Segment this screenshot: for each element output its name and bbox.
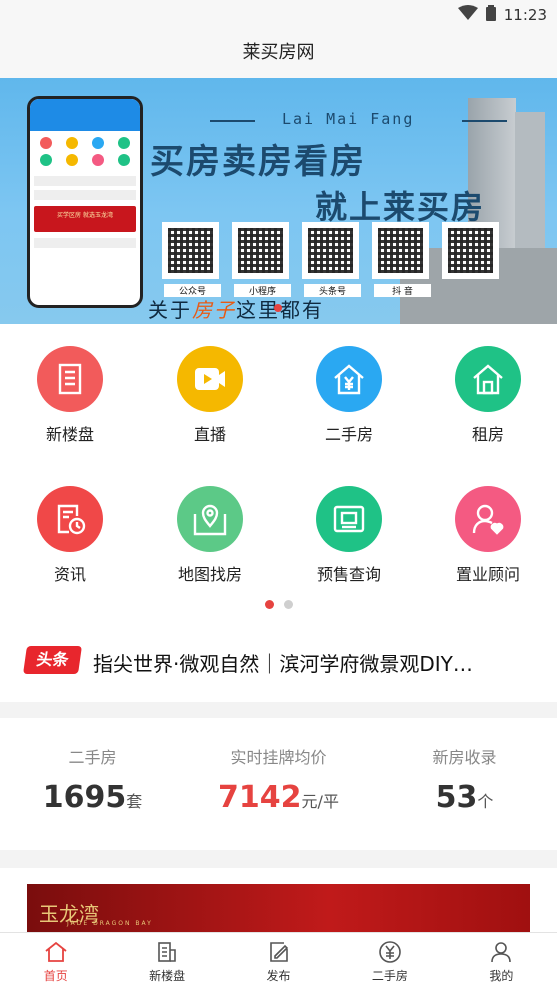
market-stats: 二手房 1695套 实时挂牌均价 7142元/平 新房收录 53个 xyxy=(0,718,557,850)
grid-item-rent[interactable]: 租房 xyxy=(433,346,543,445)
headline-news[interactable]: 头条 指尖世界·微观自然｜滨河学府微景观DIY… xyxy=(0,618,557,702)
phone-mockup: 买学区房 就选玉龙湾 xyxy=(27,96,143,308)
grid-item-presale-query[interactable]: 预售查询 xyxy=(294,486,404,585)
page-title: 莱买房网 xyxy=(0,30,557,78)
wifi-icon xyxy=(457,5,478,25)
tab-second-hand[interactable]: 二手房 xyxy=(334,933,445,990)
certificate-icon xyxy=(316,486,382,552)
pager-dot xyxy=(284,600,293,609)
qr-codes: 公众号 小程序 头条号 抖 音 xyxy=(162,222,499,297)
news-clock-icon xyxy=(37,486,103,552)
stat-new-homes[interactable]: 新房收录 53个 xyxy=(372,744,557,815)
grid-pager xyxy=(265,600,293,609)
banner-slogan: 关于房子这里都有 xyxy=(148,298,322,322)
grid-item-live[interactable]: 直播 xyxy=(155,346,265,445)
banner-title: 买房卖房看房 xyxy=(150,142,366,182)
category-grid: 新楼盘 直播 二手房 租房 资讯 地图找房 预售查询 置业顾问 xyxy=(0,324,557,618)
status-time: 11:23 xyxy=(503,6,547,24)
qr-code: 抖 音 xyxy=(372,222,431,297)
tab-new-homes[interactable]: 新楼盘 xyxy=(111,933,222,990)
qr-code: 公众号 xyxy=(162,222,221,297)
phone-icon-grid xyxy=(30,131,140,172)
grid-item-map-search[interactable]: 地图找房 xyxy=(155,486,265,585)
banner-latin: Lai Mai Fang xyxy=(282,110,415,128)
promo-banner[interactable]: 买学区房 就选玉龙湾 Lai Mai Fang 买房卖房看房 就上莱买房 公众号… xyxy=(0,78,557,324)
tab-publish[interactable]: 发布 xyxy=(223,933,334,990)
house-icon xyxy=(455,346,521,412)
edit-icon xyxy=(223,939,334,965)
stat-second-hand[interactable]: 二手房 1695套 xyxy=(0,744,185,815)
building-icon xyxy=(37,346,103,412)
stat-avg-price[interactable]: 实时挂牌均价 7142元/平 xyxy=(186,744,371,815)
battery-icon xyxy=(485,5,496,25)
ad-section: 玉龙湾 JADE DRAGON BAY xyxy=(0,868,557,938)
building-icon xyxy=(111,939,222,965)
grid-item-second-hand[interactable]: 二手房 xyxy=(294,346,404,445)
headline-text[interactable]: 指尖世界·微观自然｜滨河学府微景观DIY… xyxy=(93,648,473,677)
status-indicators: 11:23 xyxy=(457,5,547,25)
map-pin-icon xyxy=(177,486,243,552)
video-icon xyxy=(177,346,243,412)
yen-house-icon xyxy=(316,346,382,412)
tab-mine[interactable]: 我的 xyxy=(446,933,557,990)
banner-indicator xyxy=(274,304,282,312)
bottom-tab-bar: 首页 新楼盘 发布 二手房 我的 xyxy=(0,932,557,990)
decor-line xyxy=(462,120,507,122)
grid-item-advisor[interactable]: 置业顾问 xyxy=(433,486,543,585)
advisor-icon xyxy=(455,486,521,552)
qr-code: 小程序 xyxy=(232,222,291,297)
grid-item-news[interactable]: 资讯 xyxy=(15,486,125,585)
ad-banner[interactable]: 玉龙湾 JADE DRAGON BAY xyxy=(27,884,530,938)
qr-code xyxy=(442,222,499,279)
qr-code: 头条号 xyxy=(302,222,361,297)
decor-line xyxy=(210,120,255,122)
pager-dot-active xyxy=(265,600,274,609)
phone-header xyxy=(30,99,140,131)
phone-ad: 买学区房 就选玉龙湾 xyxy=(34,206,136,232)
home-icon xyxy=(0,939,111,965)
ad-subtitle: JADE DRAGON BAY xyxy=(67,920,153,927)
yen-icon xyxy=(334,939,445,965)
grid-item-new-homes[interactable]: 新楼盘 xyxy=(15,346,125,445)
user-icon xyxy=(446,939,557,965)
headline-tag: 头条 xyxy=(23,646,82,674)
tab-home[interactable]: 首页 xyxy=(0,933,111,990)
status-bar: 11:23 xyxy=(0,0,557,30)
